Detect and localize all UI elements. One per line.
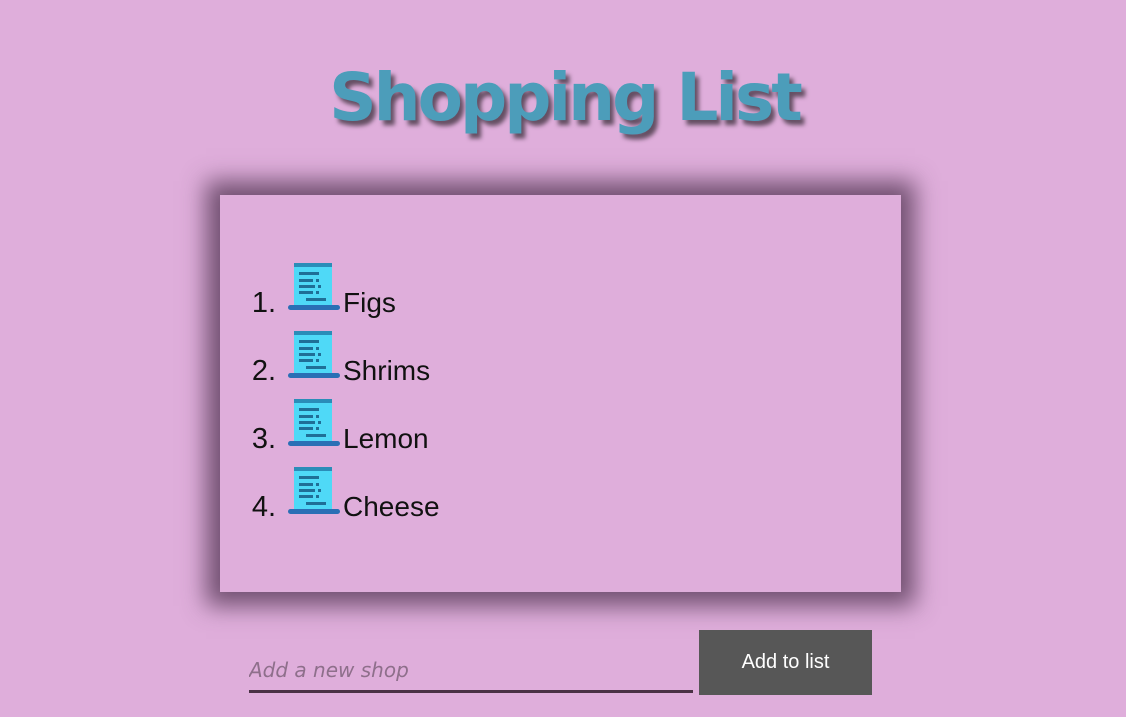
list-item-label: Cheese [343,491,440,522]
add-to-list-button[interactable]: Add to list [699,630,872,695]
receipt-icon [286,399,342,451]
page-title: Shopping List [329,59,803,136]
list-item-label: Lemon [343,423,429,454]
list-item-number: 4. [251,491,276,523]
receipt-icon [286,467,342,519]
new-item-field-wrapper [249,650,693,693]
receipt-icon [286,331,342,383]
shopping-list-page: Shopping List 1. Figs 2. Shrims 3. Lemon… [0,0,1129,717]
list-item-number: 2. [251,355,276,387]
receipt-icon [286,263,342,315]
list-item-number: 1. [251,287,276,319]
shopping-list-card: 1. Figs 2. Shrims 3. Lemon 4. Cheese [220,195,901,592]
list-item-label: Figs [343,287,396,318]
list-item-number: 3. [251,423,276,455]
new-item-input[interactable] [249,654,689,686]
list-item-label: Shrims [343,355,431,386]
